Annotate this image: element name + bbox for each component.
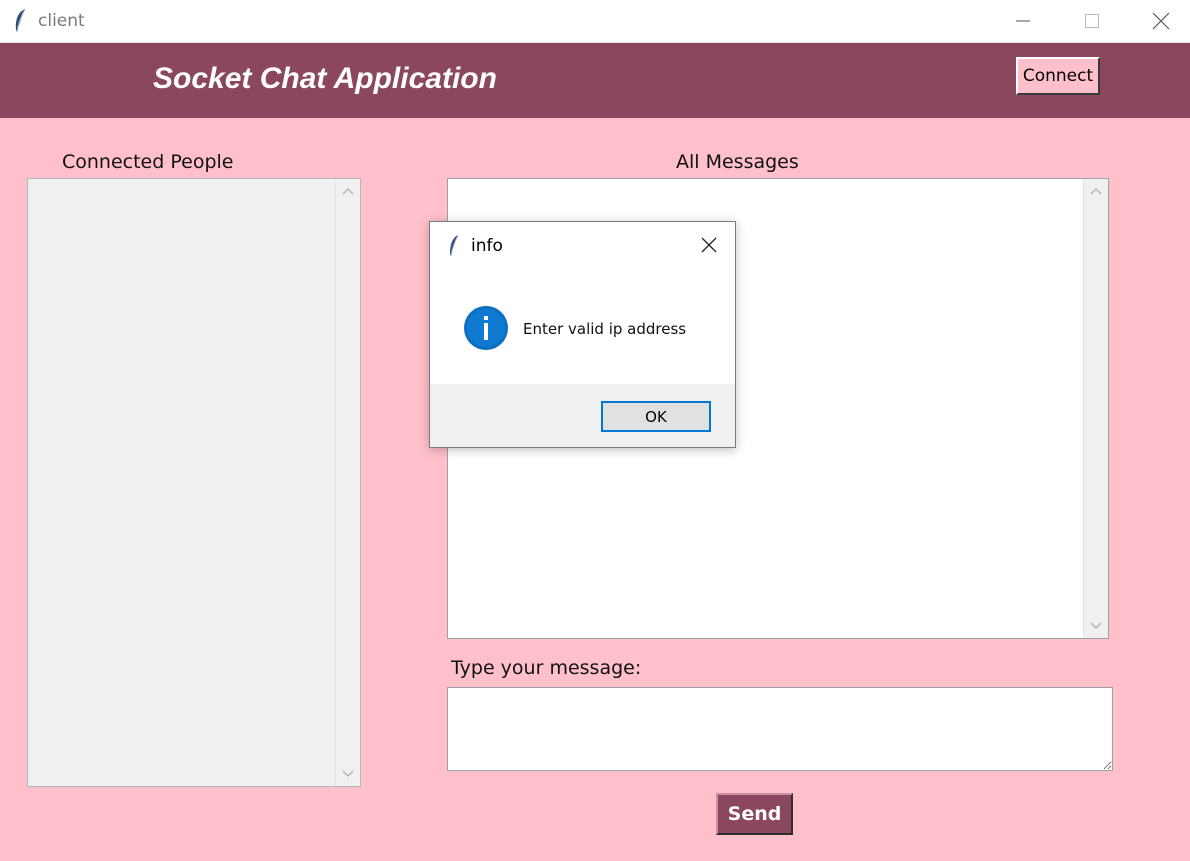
maximize-icon xyxy=(1085,14,1099,28)
all-messages-label: All Messages xyxy=(676,151,799,173)
maximize-button[interactable] xyxy=(1057,0,1127,42)
connect-button[interactable]: Connect xyxy=(1016,57,1100,95)
scroll-down-icon[interactable] xyxy=(1090,622,1102,630)
scroll-down-icon[interactable] xyxy=(342,770,354,778)
app-header: Socket Chat Application Connect xyxy=(0,43,1190,118)
scroll-up-icon[interactable] xyxy=(342,187,354,195)
close-icon xyxy=(701,237,717,253)
connected-people-list[interactable] xyxy=(27,178,361,787)
info-dialog: info Enter valid ip address OK xyxy=(429,221,736,448)
minimize-icon xyxy=(1016,20,1030,22)
dialog-close-button[interactable] xyxy=(694,230,724,260)
window-title: client xyxy=(38,11,85,31)
message-input[interactable] xyxy=(447,687,1113,771)
feather-icon xyxy=(450,234,459,257)
minimize-button[interactable] xyxy=(988,0,1058,42)
people-scrollbar[interactable] xyxy=(335,179,360,786)
dialog-footer: OK xyxy=(430,384,735,447)
scroll-up-icon[interactable] xyxy=(1090,187,1102,195)
app-window: Socket Chat Application Connect Connecte… xyxy=(0,43,1190,861)
messages-scrollbar[interactable] xyxy=(1083,179,1108,638)
type-message-label: Type your message: xyxy=(451,657,642,679)
connected-people-label: Connected People xyxy=(62,151,234,173)
info-icon xyxy=(464,306,508,350)
close-icon xyxy=(1152,12,1170,30)
window-titlebar: client xyxy=(0,0,1190,43)
ok-button[interactable]: OK xyxy=(601,401,711,432)
feather-icon xyxy=(15,8,26,33)
dialog-title: info xyxy=(471,236,503,256)
close-button[interactable] xyxy=(1126,0,1190,42)
app-title: Socket Chat Application xyxy=(153,62,497,95)
dialog-message: Enter valid ip address xyxy=(523,320,687,338)
send-button[interactable]: Send xyxy=(716,793,793,835)
